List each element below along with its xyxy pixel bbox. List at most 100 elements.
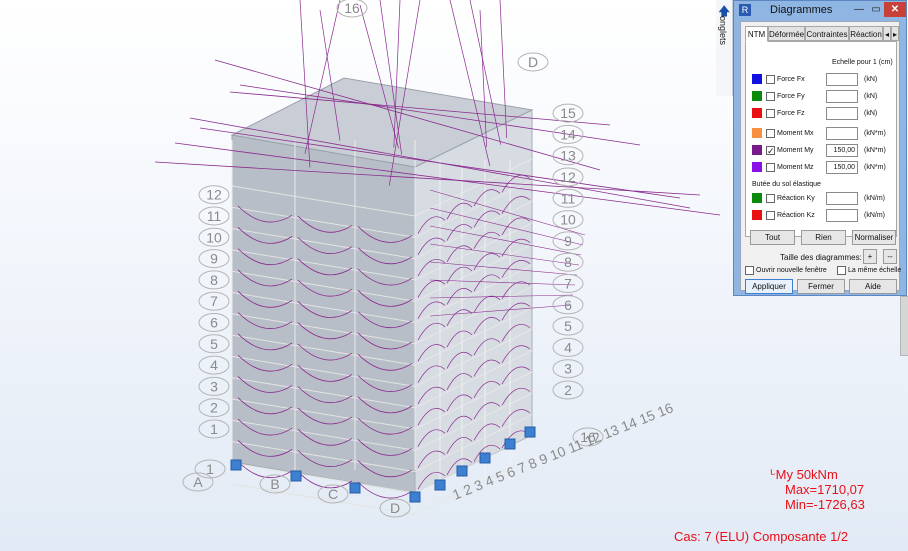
- level-label: 8: [199, 271, 229, 289]
- support-block: [480, 453, 490, 463]
- row-label: Force Fy: [777, 93, 805, 100]
- close-dialog-button[interactable]: Fermer: [797, 279, 845, 294]
- maximize-button[interactable]: ▭: [868, 2, 884, 17]
- level-label: 15: [553, 104, 583, 122]
- level-label: 3: [199, 377, 229, 395]
- level-label: 13: [553, 147, 583, 165]
- scale-input[interactable]: 150,00: [826, 161, 858, 174]
- axis-label-text: D: [528, 54, 538, 70]
- select-all-button[interactable]: Tout: [750, 230, 795, 245]
- apply-button[interactable]: Appliquer: [745, 279, 793, 294]
- checkbox[interactable]: [766, 194, 775, 203]
- minimize-button[interactable]: —: [851, 2, 867, 17]
- level-label: 4: [553, 338, 583, 356]
- level-label: 7: [199, 292, 229, 310]
- support-block: [435, 480, 445, 490]
- open-window-checkbox[interactable]: [745, 266, 754, 275]
- checkbox[interactable]: [766, 129, 775, 138]
- color-swatch[interactable]: [752, 128, 762, 138]
- axis-letter-label: A: [183, 473, 213, 491]
- scale-input[interactable]: [826, 209, 858, 222]
- color-swatch[interactable]: [752, 91, 762, 101]
- axis-label-text: 16: [344, 0, 360, 16]
- diagrams-dialog: R Diagrammes — ▭ ✕ NTM Déformée Contrain…: [733, 0, 907, 296]
- unit-label: (kN): [864, 110, 877, 117]
- checkbox[interactable]: [766, 75, 775, 84]
- select-none-button[interactable]: Rien: [801, 230, 846, 245]
- level-label: 7: [553, 275, 583, 293]
- row-label: Force Fx: [777, 76, 805, 83]
- same-scale-label: La même échelle: [848, 267, 901, 274]
- axis-label-text: 12: [560, 169, 576, 185]
- legend-line: ᒡMy 50kNm: [770, 467, 865, 482]
- dialog-body: NTM Déformée Contraintes Réaction ◂ ▸ Ec…: [740, 21, 900, 291]
- help-button[interactable]: Aide: [849, 279, 897, 294]
- level-label: 3: [553, 360, 583, 378]
- level-label: 10: [199, 228, 229, 246]
- axis-label-text: 15: [560, 105, 576, 121]
- color-swatch[interactable]: [752, 74, 762, 84]
- level-label: 11: [199, 207, 229, 225]
- side-tab-strip[interactable]: 🡅 onglets: [716, 0, 733, 96]
- tab-ntm[interactable]: NTM: [745, 26, 768, 42]
- side-tab-label[interactable]: onglets: [718, 16, 728, 45]
- unit-label: (kN): [864, 76, 877, 83]
- tab-reaction[interactable]: Réaction: [849, 26, 883, 41]
- axis-label-text: 7: [564, 276, 572, 292]
- axis-label-text: 8: [564, 254, 572, 270]
- level-label: 1: [199, 420, 229, 438]
- checkbox[interactable]: [766, 109, 775, 118]
- axis-label-text: 2: [210, 400, 218, 416]
- unit-label: (kN/m): [864, 195, 885, 202]
- level-label: 12: [199, 186, 229, 204]
- level-label: 5: [199, 335, 229, 353]
- axis-label-text: 8: [210, 272, 218, 288]
- size-increase-button[interactable]: +: [863, 249, 877, 264]
- checkbox[interactable]: [766, 211, 775, 220]
- checkbox[interactable]: [766, 92, 775, 101]
- axis-label-text: 9: [210, 251, 218, 267]
- color-swatch[interactable]: [752, 108, 762, 118]
- checkbox-checked[interactable]: ✓: [766, 146, 775, 155]
- building-front-face: [232, 135, 415, 493]
- normalize-button[interactable]: Normaliser: [852, 230, 896, 245]
- level-label: 11: [553, 189, 583, 207]
- legend-quantity: My 50kNm: [776, 467, 838, 482]
- level-label: 6: [199, 314, 229, 332]
- unit-label: (kN): [864, 93, 877, 100]
- level-label: 12: [553, 168, 583, 186]
- axis-label-text: 6: [564, 297, 572, 313]
- axis-label-text: 13: [560, 148, 576, 164]
- size-decrease-button[interactable]: --: [883, 249, 897, 264]
- level-label: 14: [553, 125, 583, 143]
- color-swatch[interactable]: [752, 210, 762, 220]
- tab-scroll-left-icon[interactable]: ◂: [883, 26, 891, 41]
- tab-deformee[interactable]: Déformée: [768, 26, 805, 41]
- support-block: [505, 439, 515, 449]
- color-swatch[interactable]: [752, 162, 762, 172]
- level-label: 9: [199, 250, 229, 268]
- color-swatch[interactable]: [752, 145, 762, 155]
- axis-label-text: B: [270, 476, 279, 492]
- scale-input[interactable]: [826, 127, 858, 140]
- checkbox[interactable]: [766, 163, 775, 172]
- support-block: [525, 427, 535, 437]
- axis-letter-label: D: [518, 53, 548, 71]
- scale-input[interactable]: [826, 90, 858, 103]
- viewport-scrollbar[interactable]: [900, 296, 908, 356]
- scale-input[interactable]: [826, 192, 858, 205]
- same-scale-checkbox[interactable]: [837, 266, 846, 275]
- soil-section-title: Butée du sol élastique: [752, 181, 821, 188]
- axis-label-text: 12: [206, 187, 222, 203]
- scale-input[interactable]: [826, 73, 858, 86]
- scale-input[interactable]: [826, 107, 858, 120]
- close-button[interactable]: ✕: [884, 2, 906, 17]
- legend-min: Min=-1726,63: [770, 497, 865, 512]
- axis-label-text: 9: [564, 233, 572, 249]
- color-swatch[interactable]: [752, 193, 762, 203]
- tab-contraintes[interactable]: Contraintes: [805, 26, 849, 41]
- tab-scroll-right-icon[interactable]: ▸: [891, 26, 899, 41]
- scale-input[interactable]: 150,00: [826, 144, 858, 157]
- dialog-titlebar[interactable]: R Diagrammes — ▭ ✕: [734, 1, 906, 21]
- axis-label-text: 10: [206, 229, 222, 245]
